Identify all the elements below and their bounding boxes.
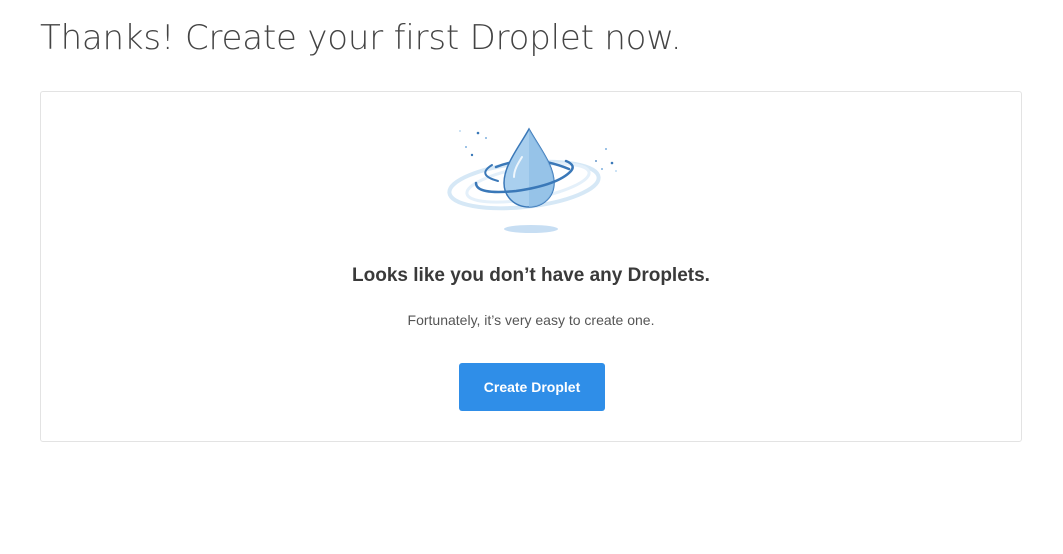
create-droplet-button[interactable]: Create Droplet	[459, 363, 605, 411]
empty-state-heading: Looks like you don’t have any Droplets.	[352, 265, 710, 286]
empty-state-subtext: Fortunately, it’s very easy to create on…	[407, 312, 655, 328]
empty-state-card: Looks like you don’t have any Droplets. …	[40, 91, 1022, 442]
page-title: Thanks! Create your first Droplet now.	[40, 18, 682, 58]
droplet-illustration-icon	[436, 125, 626, 237]
